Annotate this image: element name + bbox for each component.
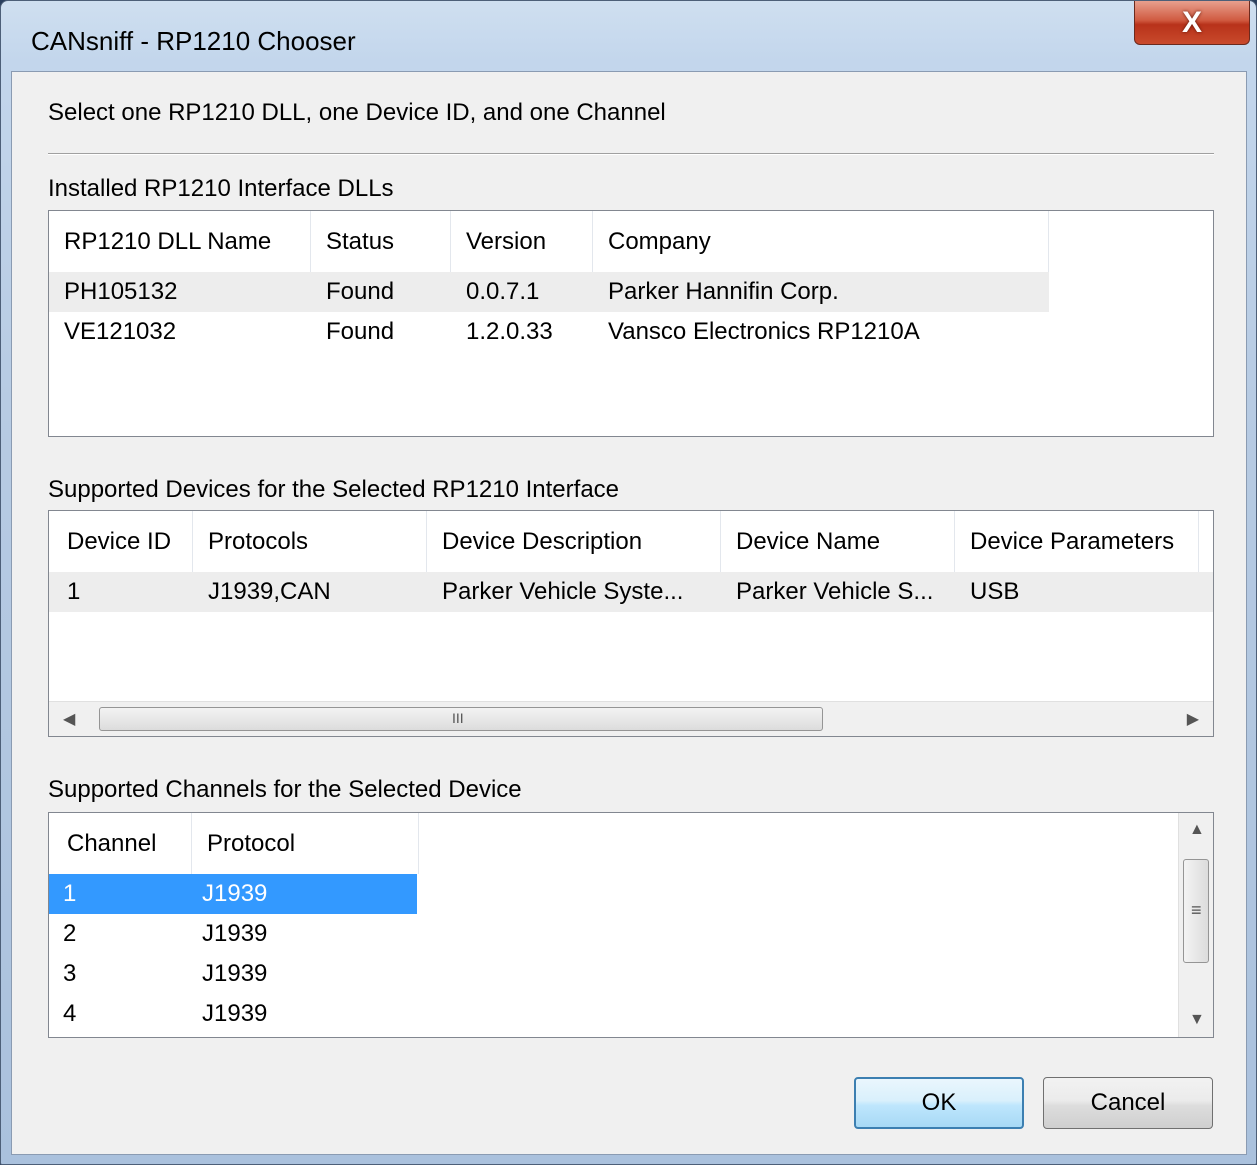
device-protocols: J1939,CAN <box>208 578 331 605</box>
grip-icon: III <box>452 710 464 726</box>
channel-protocol: J1939 <box>202 1000 268 1027</box>
dll-name: PH105132 <box>64 278 178 305</box>
device-list[interactable]: Device ID Protocols Device Description D… <box>48 510 1214 737</box>
channel-list-vscrollbar[interactable]: ▲ ≡ ▼ <box>1178 813 1213 1037</box>
dll-version: 1.2.0.33 <box>466 318 553 345</box>
dll-list-header: RP1210 DLL Name Status Version Company <box>49 211 1213 272</box>
col-device-id[interactable]: Device ID <box>49 511 193 572</box>
channel-protocol: J1939 <box>202 880 268 907</box>
channel-number: 2 <box>63 920 77 947</box>
ok-button[interactable]: OK <box>854 1077 1024 1129</box>
scroll-right-icon[interactable]: ▶ <box>1187 709 1199 729</box>
device-list-label: Supported Devices for the Selected RP121… <box>48 476 620 503</box>
col-channel[interactable]: Channel <box>49 813 192 874</box>
col-device-name[interactable]: Device Name <box>721 511 955 572</box>
col-status[interactable]: Status <box>311 211 451 272</box>
window-title: CANsniff - RP1210 Chooser <box>31 26 356 56</box>
close-icon: X <box>1181 5 1202 39</box>
separator <box>48 153 1214 155</box>
col-company[interactable]: Company <box>593 211 1049 272</box>
channel-row[interactable]: 2 J1939 <box>49 914 417 954</box>
dll-row[interactable]: PH105132 Found 0.0.7.1 Parker Hannifin C… <box>49 272 1049 312</box>
close-button[interactable]: X <box>1134 1 1250 45</box>
channel-list-header: Channel Protocol <box>49 813 1213 874</box>
channel-number: 3 <box>63 960 77 987</box>
dll-row[interactable]: VE121032 Found 1.2.0.33 Vansco Electroni… <box>49 312 1049 352</box>
device-parameters: USB <box>970 578 1020 605</box>
device-list-hscrollbar[interactable]: ◀ III ▶ <box>49 701 1213 736</box>
instruction-text: Select one RP1210 DLL, one Device ID, an… <box>48 99 666 126</box>
dll-version: 0.0.7.1 <box>466 278 540 305</box>
dll-status: Found <box>326 318 395 345</box>
col-protocol[interactable]: Protocol <box>192 813 419 874</box>
channel-protocol: J1939 <box>202 960 268 987</box>
grip-icon: ≡ <box>1191 900 1202 920</box>
channel-row-selected[interactable]: 1 J1939 <box>49 874 417 914</box>
channel-protocol: J1939 <box>202 920 268 947</box>
scroll-down-icon[interactable]: ▼ <box>1189 1011 1205 1029</box>
device-list-header: Device ID Protocols Device Description D… <box>49 511 1213 572</box>
scroll-left-icon[interactable]: ◀ <box>63 709 75 729</box>
col-protocols[interactable]: Protocols <box>193 511 427 572</box>
hscroll-thumb[interactable]: III <box>99 707 823 731</box>
channel-row[interactable]: 3 J1939 <box>49 954 417 994</box>
dialog-client-area: Select one RP1210 DLL, one Device ID, an… <box>11 71 1247 1155</box>
col-dll-name[interactable]: RP1210 DLL Name <box>49 211 311 272</box>
col-device-description[interactable]: Device Description <box>427 511 721 572</box>
dll-name: VE121032 <box>64 318 177 345</box>
dll-list[interactable]: RP1210 DLL Name Status Version Company P… <box>48 210 1214 437</box>
vscroll-thumb[interactable]: ≡ <box>1183 859 1209 963</box>
dialog-window: CANsniff - RP1210 Chooser X Select one R… <box>0 0 1257 1165</box>
col-device-parameters[interactable]: Device Parameters <box>955 511 1199 572</box>
dll-company: Vansco Electronics RP1210A <box>608 318 920 345</box>
channel-row[interactable]: 4 J1939 <box>49 994 417 1034</box>
channel-number: 4 <box>63 1000 77 1027</box>
col-version[interactable]: Version <box>451 211 593 272</box>
dll-status: Found <box>326 278 395 305</box>
device-id: 1 <box>67 578 81 605</box>
device-row[interactable]: 1 J1939,CAN Parker Vehicle Syste... Park… <box>49 572 1213 612</box>
scroll-up-icon[interactable]: ▲ <box>1189 821 1205 839</box>
channel-list-label: Supported Channels for the Selected Devi… <box>48 776 522 803</box>
dll-list-label: Installed RP1210 Interface DLLs <box>48 175 394 202</box>
dll-company: Parker Hannifin Corp. <box>608 278 839 305</box>
cancel-button[interactable]: Cancel <box>1043 1077 1213 1129</box>
device-name: Parker Vehicle S... <box>736 578 934 605</box>
channel-list[interactable]: Channel Protocol 1 J1939 2 J1939 3 J1939… <box>48 812 1214 1038</box>
device-description: Parker Vehicle Syste... <box>442 578 684 605</box>
channel-number: 1 <box>63 880 77 907</box>
